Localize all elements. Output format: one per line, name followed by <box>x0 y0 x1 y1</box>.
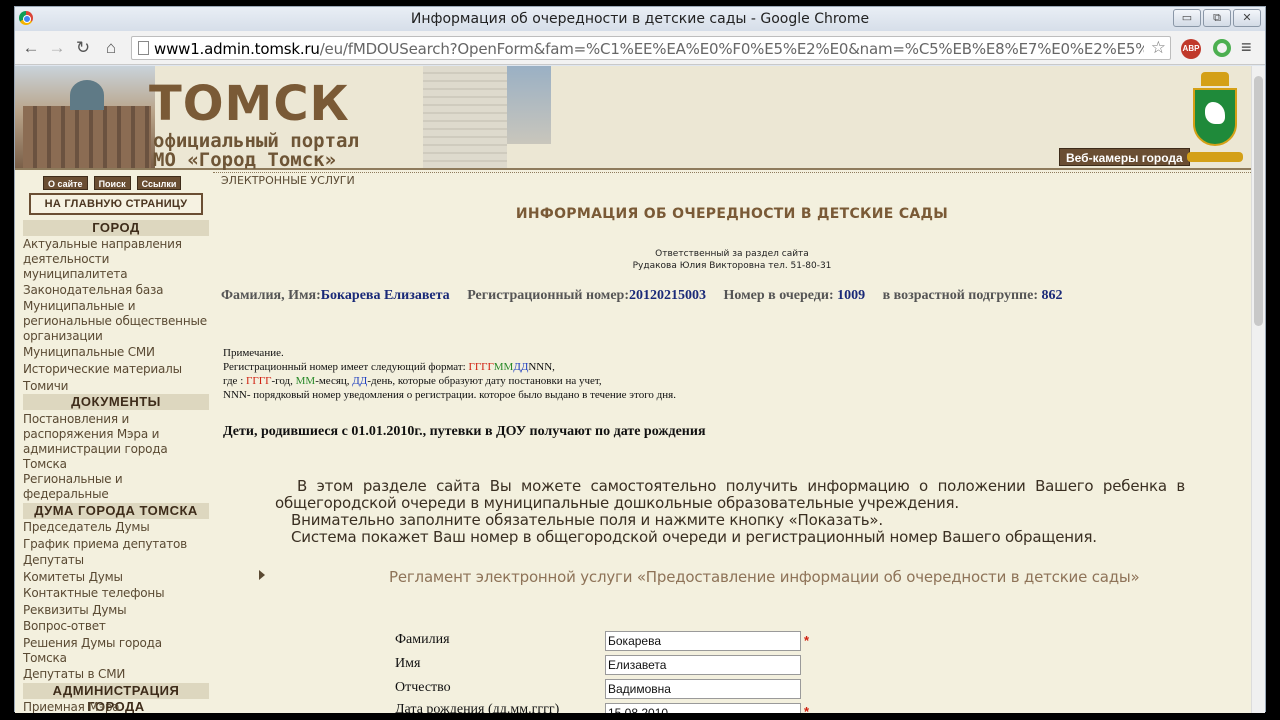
birthdate-rule: Дети, родившиеся с 01.01.2010г., путевки… <box>223 424 706 439</box>
links-button[interactable]: Ссылки <box>136 176 182 190</box>
sidebar-link[interactable]: Приемная Мэра <box>23 700 209 713</box>
scroll-thumb[interactable] <box>1254 76 1263 326</box>
reglament-link[interactable]: Регламент электронной услуги «Предоставл… <box>389 568 1140 586</box>
age-group-value: 862 <box>1041 288 1063 303</box>
address-bar[interactable]: www1.admin.tomsk.ru/eu/fMDOUSearch?OpenF… <box>131 36 1171 60</box>
site-header: ТОМСК официальный портал МО «Город Томск… <box>15 66 1251 171</box>
sidebar-link[interactable]: Реквизиты Думы <box>23 603 209 618</box>
sidebar-link[interactable]: Комитеты Думы <box>23 570 209 585</box>
note-legend-line: где : ГГГГ-год, ММ-месяц, ДД-день, котор… <box>223 375 602 387</box>
note-title: Примечание. <box>223 347 284 359</box>
url-path: /eu/fMDOUSearch?OpenForm&fam=%C1%EE%EA%E… <box>319 40 1144 58</box>
birthdate-input[interactable] <box>605 703 801 713</box>
forward-arrow-icon[interactable]: → <box>47 38 67 58</box>
sidebar-link[interactable]: Депутаты в СМИ <box>23 667 209 682</box>
sidebar-link[interactable]: Контактные телефоны <box>23 586 209 601</box>
sidebar: О сайте Поиск Ссылки НА ГЛАВНУЮ СТРАНИЦУ… <box>15 172 209 713</box>
sidebar-link[interactable]: Актуальные направления деятельности муни… <box>23 237 209 282</box>
adblock-icon[interactable]: ABP <box>1181 39 1201 59</box>
section-documents: ДОКУМЕНТЫ <box>23 394 209 410</box>
extension-ring-icon[interactable] <box>1213 39 1231 57</box>
name-label: Имя <box>395 656 421 671</box>
sidebar-link[interactable]: Решения Думы города Томска <box>23 636 209 666</box>
responsible-info: Ответственный за раздел сайта Рудакова Ю… <box>213 248 1251 272</box>
search-button[interactable]: Поиск <box>93 176 131 190</box>
intro-paragraph-3: Система покажет Ваш номер в общегородско… <box>291 528 1097 546</box>
section-duma: ДУМА ГОРОДА ТОМСКА <box>23 503 209 519</box>
city-title: ТОМСК <box>149 76 350 132</box>
required-mark: * <box>804 704 810 713</box>
building-photo-2 <box>507 66 551 144</box>
minimize-button[interactable]: ▭ <box>1173 9 1201 27</box>
note-nnn-line: NNN- порядковый номер уведомления о реги… <box>223 389 676 401</box>
about-button[interactable]: О сайте <box>43 176 88 190</box>
vertical-scrollbar[interactable] <box>1251 66 1265 713</box>
responsible-line-2: Рудакова Юлия Викторовна тел. 51-80-31 <box>632 261 832 271</box>
sidebar-link[interactable]: Муниципальные и региональные общественны… <box>23 299 209 344</box>
name-label: Фамилия, Имя: <box>221 288 321 303</box>
building-sketch <box>423 66 507 168</box>
back-arrow-icon[interactable]: ← <box>21 38 41 58</box>
patronymic-label: Отчество <box>395 680 451 695</box>
queue-result: Фамилия, Имя:Бокарева Елизавета Регистра… <box>221 288 1062 304</box>
sidebar-link[interactable]: Депутаты <box>23 553 209 568</box>
queue-number-value: 1009 <box>837 288 866 303</box>
url-text[interactable]: www1.admin.tomsk.ru/eu/fMDOUSearch?OpenF… <box>154 40 1144 58</box>
menu-icon[interactable]: ≡ <box>1241 37 1252 58</box>
name-input[interactable] <box>605 655 801 675</box>
surname-label: Фамилия <box>395 632 450 647</box>
page-title: ИНФОРМАЦИЯ ОБ ОЧЕРЕДНОСТИ В ДЕТСКИЕ САДЫ <box>515 206 949 222</box>
page-viewport: ТОМСК официальный портал МО «Город Томск… <box>15 66 1265 713</box>
portal-subtitle-2: МО «Город Томск» <box>153 149 337 171</box>
home-icon[interactable]: ⌂ <box>101 38 121 58</box>
note-format-line: Регистрационный номер имеет следующий фо… <box>223 361 555 373</box>
home-page-button[interactable]: НА ГЛАВНУЮ СТРАНИЦУ <box>29 193 203 215</box>
sidebar-link[interactable]: График приема депутатов <box>23 537 209 552</box>
reg-number-value: 20120215003 <box>629 288 707 303</box>
bookmark-star-icon[interactable]: ☆ <box>1151 38 1166 58</box>
sidebar-link[interactable]: Томичи <box>23 379 209 394</box>
name-value: Бокарева Елизавета <box>320 288 450 303</box>
required-mark: * <box>804 633 810 648</box>
sidebar-link[interactable]: Законодательная база <box>23 283 209 298</box>
close-button[interactable]: ✕ <box>1233 9 1261 27</box>
sidebar-link[interactable]: Председатель Думы <box>23 520 209 535</box>
sidebar-link[interactable]: Региональные и федеральные <box>23 472 209 502</box>
sidebar-link[interactable]: Постановления и распоряжения Мэра и адми… <box>23 412 209 472</box>
patronymic-input[interactable] <box>605 679 801 699</box>
sidebar-link[interactable]: Вопрос-ответ <box>23 619 209 634</box>
restore-button[interactable]: ⧉ <box>1203 9 1231 27</box>
city-crest-icon <box>1187 72 1243 166</box>
building-photo <box>15 66 155 168</box>
section-city: ГОРОД <box>23 220 209 236</box>
age-group-label: в возрастной подгруппе: <box>882 288 1038 303</box>
intro-text: В этом разделе сайта Вы можете самостоят… <box>275 478 1185 546</box>
browser-window: Информация об очередности в детские сады… <box>14 6 1266 713</box>
birthdate-label: Дата рождения (дд.мм.гггг) <box>395 702 560 713</box>
section-administration: АДМИНИСТРАЦИЯ ГОРОДА <box>23 683 209 713</box>
expand-triangle-icon[interactable] <box>259 570 265 580</box>
sidebar-link[interactable]: Исторические материалы <box>23 362 209 377</box>
surname-input[interactable] <box>605 631 801 651</box>
page-icon <box>138 41 149 55</box>
responsible-line-1: Ответственный за раздел сайта <box>655 249 809 259</box>
webcam-button[interactable]: Веб-камеры города <box>1059 148 1190 166</box>
title-bar: Информация об очередности в детские сады… <box>15 7 1265 31</box>
window-title: Информация об очередности в детские сады… <box>410 11 870 27</box>
url-host: www1.admin.tomsk.ru <box>154 40 320 58</box>
main-content: ЭЛЕКТРОННЫЕ УСЛУГИ ИНФОРМАЦИЯ ОБ ОЧЕРЕДН… <box>213 172 1251 713</box>
queue-number-label: Номер в очереди: <box>723 288 834 303</box>
intro-paragraph-1: В этом разделе сайта Вы можете самостоят… <box>275 477 1185 512</box>
reg-number-label: Регистрационный номер: <box>467 288 630 303</box>
reload-icon[interactable]: ↻ <box>73 38 93 58</box>
intro-paragraph-2: Внимательно заполните обязательные поля … <box>291 511 883 529</box>
breadcrumb[interactable]: ЭЛЕКТРОННЫЕ УСЛУГИ <box>221 174 355 187</box>
browser-toolbar: ← → ↻ ⌂ www1.admin.tomsk.ru/eu/fMDOUSear… <box>15 31 1265 65</box>
note-block: Примечание. Регистрационный номер имеет … <box>223 346 676 402</box>
sidebar-link[interactable]: Муниципальные СМИ <box>23 345 209 360</box>
